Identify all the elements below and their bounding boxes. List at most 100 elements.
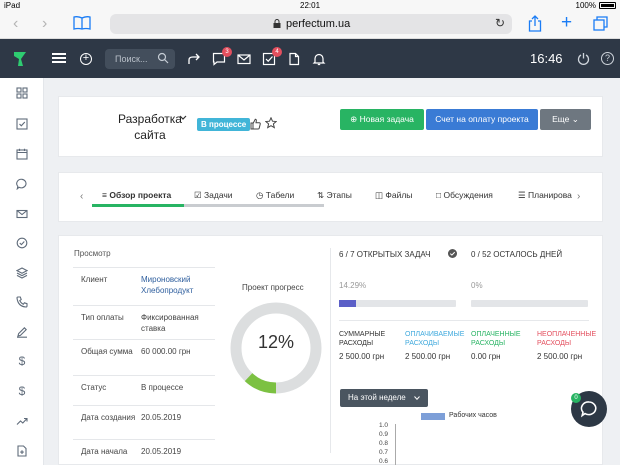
ios-status-bar: iPad 22:01 100% [0, 0, 620, 11]
mail-icon[interactable] [16, 208, 28, 220]
tab-discussions[interactable]: □ Обсуждения [436, 190, 493, 200]
tab-tasks-label: Задачи [204, 190, 233, 200]
project-tabs: ‹ ≡ Обзор проекта ☑ Задачи ◷ Табели ⇅ Эт… [58, 172, 603, 222]
tasks-check-icon: ☑ [194, 190, 202, 200]
tab-stages[interactable]: ⇅ Этапы [317, 190, 352, 201]
section-title: Просмотр [74, 249, 111, 258]
tabs-scroll-right-icon[interactable]: › [577, 191, 580, 202]
tab-planning[interactable]: ☰ Планирова [518, 190, 574, 201]
lock-icon [273, 19, 281, 28]
chat-bubble-icon[interactable] [16, 178, 28, 190]
period-dropdown[interactable]: На этой неделе [340, 389, 428, 407]
power-icon[interactable] [577, 52, 590, 65]
phone-icon[interactable] [16, 296, 28, 308]
billing-dollar-icon[interactable]: $ [16, 385, 28, 397]
days-left-progress [471, 300, 588, 307]
project-overview-card: Просмотр Клиент Мироновский Хлебопродукт… [58, 235, 603, 465]
open-tasks-title: 6 / 7 ОТКРЫТЫХ ЗАДАЧ [339, 250, 431, 259]
star-icon[interactable] [265, 117, 277, 129]
chevron-down-icon[interactable] [179, 115, 187, 120]
period-label: На этой неделе [348, 393, 406, 402]
chat-bubble-icon[interactable] [580, 400, 598, 418]
back-icon[interactable]: ‹ [13, 15, 18, 33]
tabs-scrollbar[interactable] [184, 204, 324, 207]
tab-timesheets[interactable]: ◷ Табели [256, 190, 294, 201]
browser-toolbar: ‹ › perfectum.ua ↻ + [0, 11, 620, 39]
menu-icon[interactable] [52, 53, 66, 63]
reload-icon[interactable]: ↻ [495, 16, 505, 30]
battery-icon [599, 2, 616, 9]
forward-icon[interactable]: › [42, 15, 47, 33]
row-value: В процессе [141, 383, 184, 392]
y-tick: 0.7 [378, 449, 388, 456]
days-left-percent: 0% [471, 281, 483, 290]
tasks-badge: 4 [272, 47, 282, 57]
plus-circle-icon: ⊕ [350, 114, 358, 124]
client-link[interactable]: Мироновский Хлебопродукт [141, 274, 215, 296]
progress-value: 12% [257, 332, 295, 352]
chat-notifications[interactable]: 3 [212, 47, 232, 66]
invoice-button[interactable]: Счет на оплату проекта [426, 109, 538, 130]
tabs-icon[interactable] [593, 16, 608, 31]
divider [339, 320, 589, 321]
tab-tasks[interactable]: ☑ Задачи [194, 190, 233, 201]
table-row: Дата начала 20.05.2019 [73, 439, 215, 465]
pencil-icon[interactable] [16, 326, 28, 338]
app-header: + 3 4 16:46 ? [0, 39, 620, 78]
project-header-card: Разработка сайта В процессе ⊕ Новая зада… [58, 96, 603, 157]
row-value: 20.05.2019 [141, 447, 182, 456]
tab-overview[interactable]: ≡ Обзор проекта [102, 190, 171, 200]
perfectum-logo-icon[interactable] [13, 51, 27, 67]
row-key: Дата создания [81, 413, 136, 422]
check-circle-icon [448, 249, 457, 258]
tab-discussions-label: Обсуждения [443, 190, 493, 200]
layers-icon[interactable] [16, 267, 28, 279]
search-input[interactable] [115, 52, 155, 66]
row-key: Дата начала [81, 447, 128, 456]
file-plus-icon[interactable] [16, 445, 28, 457]
row-value: 60 000.00 грн [141, 347, 191, 356]
document-icon[interactable] [287, 52, 301, 66]
chat-badge: 0 [571, 393, 581, 403]
search-icon[interactable] [157, 52, 169, 64]
open-tasks-progress-fill [339, 300, 356, 307]
share-icon[interactable] [528, 15, 542, 32]
system-time: 22:01 [300, 1, 321, 10]
thumbs-up-icon[interactable] [250, 118, 261, 130]
tab-files[interactable]: ◫ Файлы [375, 190, 412, 201]
billable-expenses-label: ОПЛАЧИВАЕМЫЕ РАСХОДЫ [405, 331, 465, 347]
y-tick: 0.9 [378, 431, 388, 438]
more-button[interactable]: Еще ⌄ [540, 109, 591, 130]
row-value: Фиксированная ставка [141, 313, 199, 333]
new-tab-icon[interactable]: + [561, 12, 572, 34]
divider [330, 248, 331, 453]
reply-icon[interactable] [187, 52, 201, 66]
device-label: iPad [4, 1, 21, 10]
new-task-label: Новая задача [359, 114, 414, 124]
open-tasks-percent: 14.29% [339, 281, 367, 290]
row-key: Тип оплаты [81, 313, 124, 322]
total-expenses-value: 2 500.00 грн [339, 352, 385, 361]
search-box[interactable] [105, 49, 175, 69]
bell-icon[interactable] [312, 52, 326, 66]
tabs-scroll-left-icon[interactable]: ‹ [80, 191, 83, 202]
file-icon: ◫ [375, 190, 384, 200]
tasks-icon[interactable] [16, 118, 28, 130]
trending-up-icon[interactable] [16, 415, 28, 427]
check-circle-icon[interactable] [16, 237, 28, 249]
mail-icon[interactable] [237, 52, 251, 66]
new-task-button[interactable]: ⊕ Новая задача [340, 109, 424, 130]
help-icon[interactable]: ? [601, 52, 614, 65]
dashboard-icon[interactable] [16, 87, 28, 99]
calendar-icon[interactable] [16, 148, 28, 160]
table-row: Общая сумма 60 000.00 грн [73, 339, 215, 375]
project-title[interactable]: Разработка сайта [115, 111, 185, 143]
bookmarks-icon[interactable] [73, 16, 91, 30]
address-bar[interactable]: perfectum.ua ↻ [110, 14, 512, 34]
tasks-notifications[interactable]: 4 [262, 47, 282, 66]
dollar-icon[interactable]: $ [16, 355, 28, 367]
billable-expenses-value: 2 500.00 грн [405, 352, 451, 361]
active-tab-indicator [92, 204, 184, 207]
status-badge: В процессе [197, 118, 251, 131]
add-icon[interactable]: + [80, 53, 92, 65]
